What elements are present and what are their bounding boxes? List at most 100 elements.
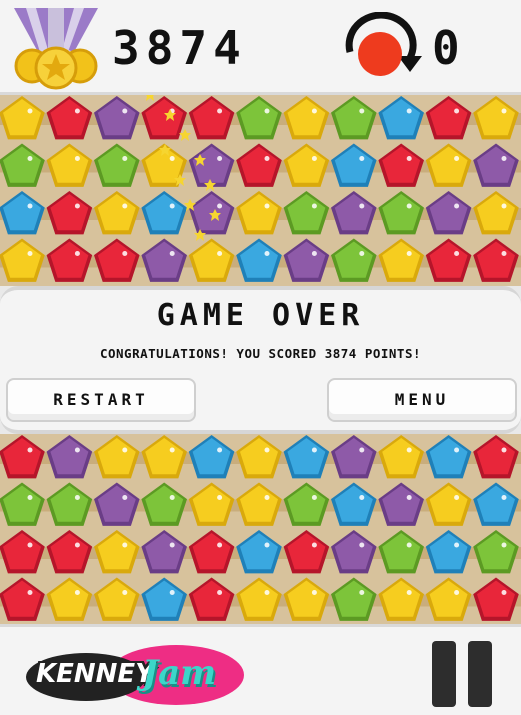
gem-blue[interactable]: [425, 435, 472, 479]
gem-red[interactable]: [473, 238, 519, 282]
gem-blue[interactable]: [141, 577, 187, 621]
gem-red[interactable]: [236, 143, 282, 187]
gem-yellow[interactable]: [236, 482, 282, 526]
score-message: CONGRATULATIONS! YOU SCORED 3874 POINTS!: [99, 346, 422, 361]
gem-yellow[interactable]: [94, 191, 140, 235]
gem-yellow[interactable]: [283, 577, 330, 621]
undo-count: 0: [432, 21, 460, 75]
gem-blue[interactable]: [473, 482, 519, 526]
gem-yellow[interactable]: [46, 577, 93, 621]
gem-purple[interactable]: [283, 238, 330, 282]
gem-red[interactable]: [473, 435, 519, 479]
gem-purple[interactable]: [94, 482, 140, 526]
gem-blue[interactable]: [236, 530, 282, 574]
gem-red[interactable]: [46, 530, 93, 574]
gem-blue[interactable]: [331, 482, 377, 526]
undo-arrow-icon[interactable]: [338, 12, 428, 84]
gem-red[interactable]: [0, 435, 45, 479]
gem-green[interactable]: [283, 482, 330, 526]
gem-red[interactable]: [425, 238, 472, 282]
gem-yellow[interactable]: [94, 530, 140, 574]
gem-red[interactable]: [473, 577, 519, 621]
gem-green[interactable]: [378, 530, 424, 574]
restart-button[interactable]: RESTART: [6, 378, 196, 422]
gem-yellow[interactable]: [46, 143, 93, 187]
logo-kenney-text: KENNEY: [36, 659, 155, 689]
gem-purple[interactable]: [94, 96, 140, 140]
gem-red[interactable]: [425, 96, 472, 140]
gem-green[interactable]: [331, 238, 377, 282]
gem-purple[interactable]: [188, 143, 235, 187]
gem-red[interactable]: [94, 238, 140, 282]
gem-yellow[interactable]: [188, 482, 235, 526]
game-over-title: GAME OVER: [156, 298, 365, 333]
gem-purple[interactable]: [473, 143, 519, 187]
gem-green[interactable]: [94, 143, 140, 187]
gem-green[interactable]: [141, 482, 187, 526]
gem-red[interactable]: [0, 577, 45, 621]
gem-yellow[interactable]: [425, 577, 472, 621]
gem-yellow[interactable]: [473, 96, 519, 140]
gem-red[interactable]: [46, 191, 93, 235]
gem-yellow[interactable]: [141, 435, 187, 479]
menu-button[interactable]: MENU: [327, 378, 517, 422]
gem-yellow[interactable]: [0, 96, 45, 140]
gem-green[interactable]: [378, 191, 424, 235]
gem-yellow[interactable]: [378, 577, 424, 621]
gem-red[interactable]: [46, 96, 93, 140]
gem-blue[interactable]: [188, 435, 235, 479]
gem-red[interactable]: [188, 530, 235, 574]
gem-yellow[interactable]: [236, 577, 282, 621]
gem-board-top[interactable]: [0, 95, 521, 286]
gem-purple[interactable]: [331, 435, 377, 479]
gem-blue[interactable]: [378, 96, 424, 140]
gem-green[interactable]: [283, 191, 330, 235]
gem-yellow[interactable]: [188, 238, 235, 282]
gem-yellow[interactable]: [378, 238, 424, 282]
gem-red[interactable]: [283, 530, 330, 574]
gem-purple[interactable]: [331, 530, 377, 574]
gem-blue[interactable]: [0, 191, 45, 235]
gem-red[interactable]: [188, 96, 235, 140]
bottom-bar: KENNEY Jam: [0, 624, 521, 715]
gem-yellow[interactable]: [283, 96, 330, 140]
gem-blue[interactable]: [236, 238, 282, 282]
gem-purple[interactable]: [378, 482, 424, 526]
gem-green[interactable]: [473, 530, 519, 574]
logo-jam-text: Jam: [142, 653, 217, 693]
gem-yellow[interactable]: [378, 435, 424, 479]
gem-board-bottom[interactable]: [0, 434, 521, 624]
gem-yellow[interactable]: [283, 143, 330, 187]
gem-green[interactable]: [46, 482, 93, 526]
gem-blue[interactable]: [283, 435, 330, 479]
gem-green[interactable]: [0, 143, 45, 187]
gem-purple[interactable]: [331, 191, 377, 235]
gem-yellow[interactable]: [425, 482, 472, 526]
gem-green[interactable]: [236, 96, 282, 140]
gem-blue[interactable]: [425, 530, 472, 574]
gem-yellow[interactable]: [236, 435, 282, 479]
gem-blue[interactable]: [331, 143, 377, 187]
gem-purple[interactable]: [141, 530, 187, 574]
gem-yellow[interactable]: [0, 238, 45, 282]
gem-purple[interactable]: [46, 435, 93, 479]
gem-red[interactable]: [0, 530, 45, 574]
gem-blue[interactable]: [141, 191, 187, 235]
gem-purple[interactable]: [188, 191, 235, 235]
gem-green[interactable]: [331, 577, 377, 621]
gem-yellow[interactable]: [94, 577, 140, 621]
gem-purple[interactable]: [425, 191, 472, 235]
gem-yellow[interactable]: [94, 435, 140, 479]
gem-red[interactable]: [141, 96, 187, 140]
gem-red[interactable]: [46, 238, 93, 282]
gem-yellow[interactable]: [473, 191, 519, 235]
pause-icon[interactable]: [432, 641, 494, 707]
gem-purple[interactable]: [141, 238, 187, 282]
gem-green[interactable]: [0, 482, 45, 526]
gem-green[interactable]: [331, 96, 377, 140]
gem-red[interactable]: [378, 143, 424, 187]
gem-yellow[interactable]: [425, 143, 472, 187]
gem-yellow[interactable]: [236, 191, 282, 235]
gem-red[interactable]: [188, 577, 235, 621]
kenney-jam-logo: KENNEY Jam: [26, 637, 246, 709]
